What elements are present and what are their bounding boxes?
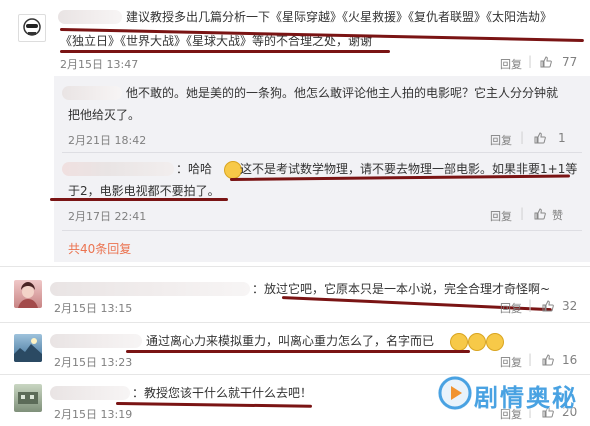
reply-text-cont: 把他给灭了。 (68, 108, 141, 122)
username-blurred[interactable] (58, 10, 122, 24)
like-icon[interactable] (534, 132, 546, 144)
reply-prefix: ：哈哈 (176, 162, 213, 176)
comment-date: 2月15日 13:47 (60, 58, 139, 71)
divider (62, 152, 582, 153)
avatar[interactable] (14, 280, 42, 308)
divider (0, 322, 590, 323)
avatar[interactable] (14, 384, 42, 412)
separator: | (520, 206, 525, 220)
username-blurred[interactable] (50, 334, 142, 348)
highlight-underline (60, 50, 390, 53)
comment-date: 2月15日 13:23 (54, 356, 133, 369)
more-replies-link[interactable]: 共40条回复 (68, 240, 131, 257)
comment-date: 2月15日 13:15 (54, 302, 133, 315)
emoji-icon (486, 333, 504, 351)
reply-date: 2月17日 22:41 (68, 210, 147, 223)
highlight-underline (50, 198, 228, 201)
highlight-underline (126, 350, 470, 353)
separator: | (528, 54, 533, 68)
like-icon[interactable] (534, 208, 546, 220)
divider (0, 266, 590, 267)
reply-button[interactable]: 回复 (490, 208, 512, 224)
reply-button[interactable]: 回复 (490, 132, 512, 148)
avatar[interactable] (18, 14, 46, 42)
reply-button[interactable]: 回复 (500, 354, 522, 370)
like-icon[interactable] (542, 300, 554, 312)
separator: | (528, 352, 533, 366)
comment-text: 通过离心力来模拟重力，叫离心重力怎么了，名字而已 (146, 334, 435, 348)
avatar[interactable] (14, 334, 42, 362)
emoji-icon (450, 333, 468, 351)
username-blurred[interactable] (50, 282, 250, 296)
divider (62, 230, 582, 231)
like-count: 16 (562, 353, 578, 367)
separator: | (520, 130, 525, 144)
username-blurred[interactable] (50, 386, 130, 400)
comment-text: ：教授您该干什么就干什么去吧！ (132, 386, 313, 400)
like-count: 1 (558, 131, 566, 145)
reply-text: 他不敢的。她是美的的一条狗。他怎么敢评论他主人拍的电影呢？它主人分分钟就 (126, 86, 559, 100)
like-icon[interactable] (542, 354, 554, 366)
watermark-logo-icon (438, 376, 472, 410)
like-label: 赞 (552, 209, 563, 222)
reply-button[interactable]: 回复 (500, 56, 522, 72)
emoji-icon (468, 333, 486, 351)
watermark-text: 剧情奥秘 (474, 384, 578, 412)
reply-date: 2月21日 18:42 (68, 134, 147, 147)
reply-button[interactable]: 回复 (500, 300, 522, 316)
username-blurred[interactable] (62, 162, 174, 176)
username-blurred[interactable] (62, 86, 122, 100)
like-icon[interactable] (540, 56, 552, 68)
like-count: 32 (562, 299, 578, 313)
comment-text: 建议教授多出几篇分析一下《星际穿越》《火星救援》《复仇者联盟》《太阳浩劫》 (126, 10, 553, 24)
comment-date: 2月15日 13:19 (54, 408, 133, 421)
like-count: 77 (562, 55, 578, 69)
divider (0, 374, 590, 375)
separator: | (528, 298, 533, 312)
